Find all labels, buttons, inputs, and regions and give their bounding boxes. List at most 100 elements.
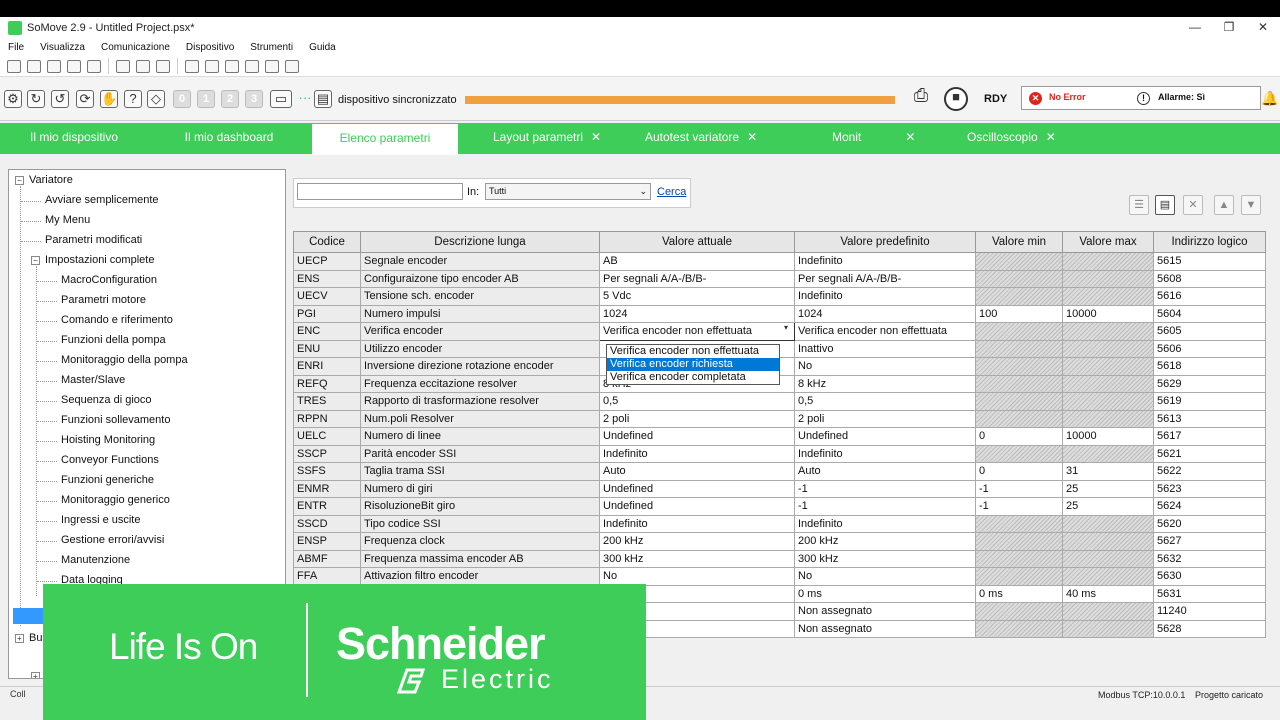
tree-item-avviare-semplicemente[interactable]: Avviare semplicemente: [45, 194, 159, 206]
header-descrizione[interactable]: Descrizione lunga: [360, 231, 600, 253]
table-row[interactable]: FFA Attivazion filtro encoder No No 5630: [293, 567, 1266, 586]
level-0-button[interactable]: 0: [173, 90, 191, 108]
tree-item-level2[interactable]: Monitoraggio generico: [61, 494, 170, 506]
hand-icon[interactable]: ✋: [100, 90, 118, 108]
table-row[interactable]: SSCP Parità encoder SSI Indefinito Indefini…: [293, 444, 1266, 463]
table-row[interactable]: ABMF Frequenza massima encoder AB 300 kHz 3…: [293, 549, 1266, 568]
search-link[interactable]: Cerca: [657, 186, 686, 198]
open-folder-icon[interactable]: [47, 59, 61, 73]
tree-item-bu[interactable]: Bu: [29, 632, 42, 644]
close-tab-icon[interactable]: ✕: [1046, 130, 1056, 144]
cell-current-value[interactable]: 300 kHz: [599, 549, 795, 568]
header-valore-max[interactable]: Valore max: [1062, 231, 1154, 253]
table-row[interactable]: UECVTensione sch. encoder5 VdcIndefinito…: [293, 287, 1266, 306]
close-tab-icon[interactable]: ✕: [905, 130, 915, 144]
move-up-icon[interactable]: ▲: [1214, 195, 1234, 215]
tree-item-level2[interactable]: Parametri motore: [61, 294, 146, 306]
minimize-button[interactable]: —: [1178, 17, 1212, 38]
refresh-icon[interactable]: ↻: [27, 90, 45, 108]
expand-icon[interactable]: +: [15, 634, 24, 643]
erase-icon[interactable]: ◇: [147, 90, 165, 108]
cell-current-value[interactable]: Undefined: [599, 427, 795, 446]
cell-current-value[interactable]: AB: [599, 252, 795, 271]
tree-item-my-menu[interactable]: My Menu: [45, 214, 90, 226]
cell-current-value[interactable]: Verifica encoder non effettuata ▾: [599, 322, 795, 341]
print-preview-icon[interactable]: [116, 59, 130, 73]
table-row[interactable]: RPPN Num.poli Resolver 2 poli 2 poli 5613: [293, 409, 1266, 428]
tools-icon[interactable]: ✕: [1183, 195, 1203, 215]
chevron-down-icon[interactable]: ▾: [784, 323, 788, 332]
header-valore-predefinito[interactable]: Valore predefinito: [794, 231, 976, 253]
close-button[interactable]: ✕: [1246, 17, 1280, 38]
tree-item-level2[interactable]: Monitoraggio della pompa: [61, 354, 188, 366]
cell-current-value[interactable]: 1024: [599, 304, 795, 323]
tree-item-level2[interactable]: Funzioni generiche: [61, 474, 154, 486]
disconnect-icon[interactable]: [245, 59, 259, 73]
table-row[interactable]: PGI Numero impulsi 1024 1024 100 10000 5604: [293, 304, 1266, 323]
sync-icon[interactable]: ⟳: [76, 90, 94, 108]
copy-icon[interactable]: [185, 59, 199, 73]
dropdown-option[interactable]: Verifica encoder completata: [607, 371, 779, 384]
tree-item-level2[interactable]: Hoisting Monitoring: [61, 434, 155, 446]
dropdown-option[interactable]: Verifica encoder richiesta: [607, 358, 779, 371]
save-icon[interactable]: [67, 59, 81, 73]
menu-visualizza[interactable]: Visualizza: [40, 42, 85, 53]
cell-current-value[interactable]: 5 Vdc: [599, 287, 795, 306]
tab-il-mio-dispositivo[interactable]: Il mio dispositivo: [0, 123, 148, 154]
download-icon[interactable]: [285, 59, 299, 73]
cell-current-value[interactable]: 200 kHz: [599, 532, 795, 551]
tree-item-level2[interactable]: Comando e riferimento: [61, 314, 173, 326]
cell-current-value[interactable]: Undefined: [599, 497, 795, 516]
level-3-button[interactable]: 3: [245, 90, 263, 108]
header-indirizzo-logico[interactable]: Indirizzo logico: [1153, 231, 1266, 253]
transfer-icon[interactable]: [205, 59, 219, 73]
tab-il-mio-dashboard[interactable]: Il mio dashboard: [155, 123, 303, 154]
table-row[interactable]: SSFS Taglia trama SSI Auto Auto 0 31 5622: [293, 462, 1266, 481]
level-2-button[interactable]: 2: [221, 90, 239, 108]
tab-monit[interactable]: Monit ✕: [832, 123, 915, 154]
tree-item-level2[interactable]: Sequenza di gioco: [61, 394, 152, 406]
cell-current-value[interactable]: 0,5: [599, 392, 795, 411]
connect-icon[interactable]: ↺: [51, 90, 69, 108]
table-row[interactable]: ENMR Numero di giri Undefined -1 -1 25 5623: [293, 479, 1266, 498]
cell-current-value[interactable]: No: [599, 567, 795, 586]
tree-item-level2[interactable]: MacroConfiguration: [61, 274, 157, 286]
menu-file[interactable]: File: [8, 42, 24, 53]
search-input[interactable]: [297, 183, 463, 200]
table-row[interactable]: UECPSegnale encoderABIndefinito 5615: [293, 252, 1266, 271]
table-row[interactable]: ENC Verifica encoder Verifica encoder non …: [293, 322, 1266, 341]
collapse-icon[interactable]: −: [15, 176, 24, 185]
save-all-icon[interactable]: [87, 59, 101, 73]
header-valore-min[interactable]: Valore min: [975, 231, 1063, 253]
compare-icon[interactable]: [225, 59, 239, 73]
new-file-icon[interactable]: [27, 59, 41, 73]
tree-item-level2[interactable]: Funzioni sollevamento: [61, 414, 170, 426]
cell-current-value[interactable]: Indefinito: [599, 444, 795, 463]
list-view-icon[interactable]: ☰: [1129, 195, 1149, 215]
table-row[interactable]: SSCD Tipo codice SSI Indefinito Indefinito 5…: [293, 514, 1266, 533]
dropdown-option[interactable]: Verifica encoder non effettuata: [607, 345, 779, 358]
export-icon[interactable]: [156, 59, 170, 73]
header-codice[interactable]: Codice: [293, 231, 361, 253]
maximize-button[interactable]: ❐: [1212, 17, 1246, 38]
cell-current-value[interactable]: Indefinito: [599, 514, 795, 533]
tree-item-impostazioni-complete[interactable]: Impostazioni complete: [45, 254, 154, 266]
tree-item-variatore[interactable]: Variatore: [29, 174, 73, 186]
cell-current-value[interactable]: Undefined: [599, 479, 795, 498]
collapse-icon[interactable]: −: [31, 256, 40, 265]
tab-autotest-variatore[interactable]: Autotest variatore ✕: [645, 123, 757, 154]
table-row[interactable]: ENS Configuraizone tipo encoder AB Per seg…: [293, 269, 1266, 288]
cell-current-value[interactable]: Auto: [599, 462, 795, 481]
cell-current-value[interactable]: Per segnali A/A-/B/B-: [599, 269, 795, 288]
move-down-icon[interactable]: ▼: [1241, 195, 1261, 215]
menu-strumenti[interactable]: Strumenti: [250, 42, 293, 53]
stop-button[interactable]: ■: [944, 87, 968, 111]
tab-layout-parametri[interactable]: Layout parametri ✕: [493, 123, 601, 154]
cell-current-value[interactable]: 2 poli: [599, 409, 795, 428]
print-icon[interactable]: [136, 59, 150, 73]
table-row[interactable]: ENSP Frequenza clock 200 kHz 200 kHz 5627: [293, 532, 1266, 551]
header-valore-attuale[interactable]: Valore attuale: [599, 231, 795, 253]
tree-item-level2[interactable]: Gestione errori/avvisi: [61, 534, 164, 546]
tree-item-level2[interactable]: Conveyor Functions: [61, 454, 159, 466]
menu-guida[interactable]: Guida: [309, 42, 336, 53]
